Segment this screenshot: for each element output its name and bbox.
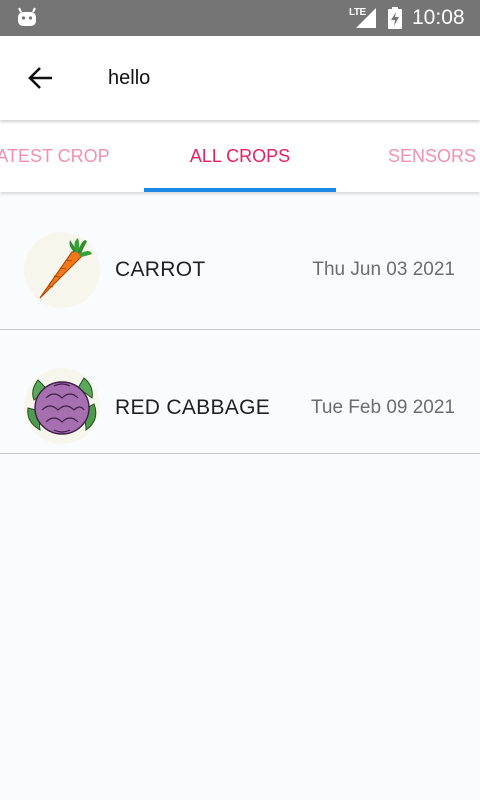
red-cabbage-image	[24, 368, 100, 444]
crop-name: CARROT	[115, 258, 206, 281]
tab-all-crops[interactable]: ALL CROPS	[144, 120, 336, 192]
crop-list: CARROT Thu Jun 03 2021 RED CABBAGE Tue F…	[0, 192, 480, 454]
arrow-left-icon	[28, 67, 52, 89]
crop-date: Tue Feb 09 2021	[310, 397, 455, 418]
crop-date: Thu Jun 03 2021	[312, 259, 455, 280]
list-item[interactable]: RED CABBAGE Tue Feb 09 2021	[0, 330, 480, 454]
battery-charging-icon	[388, 7, 402, 29]
tab-bar: LATEST CROP ALL CROPS SENSORS	[0, 120, 480, 192]
back-button[interactable]	[18, 56, 62, 100]
crop-name: RED CABBAGE	[115, 396, 271, 419]
status-bar: LTE 10:08	[0, 0, 480, 36]
clock: 10:08	[412, 6, 465, 29]
carrot-image	[24, 232, 100, 308]
tab-latest-crop[interactable]: LATEST CROP	[0, 120, 144, 192]
android-icon	[18, 7, 36, 26]
list-item[interactable]: CARROT Thu Jun 03 2021	[0, 192, 480, 330]
app-toolbar: hello	[0, 36, 480, 120]
signal-icon	[356, 8, 376, 28]
tab-sensors[interactable]: SENSORS	[336, 120, 480, 192]
page-title: hello	[108, 67, 151, 89]
tab-indicator	[144, 188, 336, 192]
screen: LTE 10:08 hello LATEST CROP ALL CROPS SE…	[0, 0, 480, 800]
